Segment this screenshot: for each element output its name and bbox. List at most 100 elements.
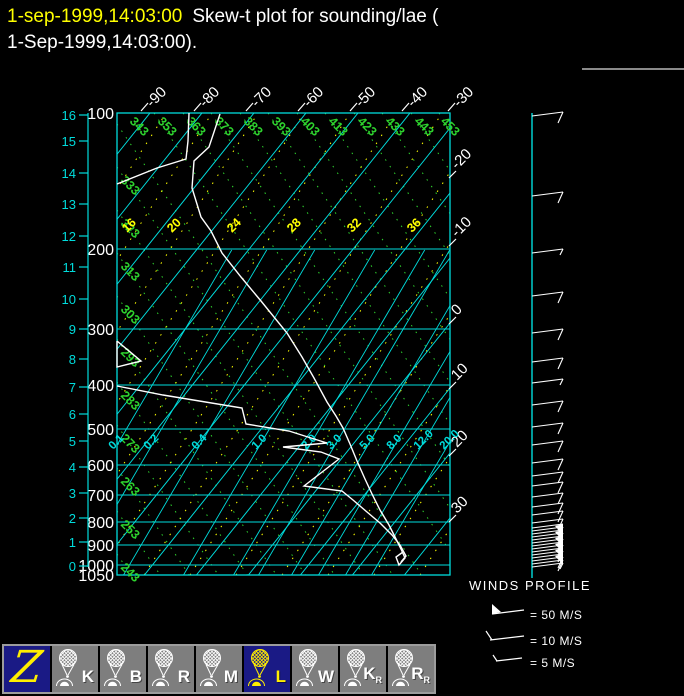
theta-line [117, 252, 335, 575]
yellow-line-label: 32 [344, 215, 364, 235]
theta-line [467, 113, 684, 575]
wind-barb [531, 458, 564, 464]
theta-label: 433 [383, 114, 408, 139]
mixing-ratio-label: 0.2 [142, 432, 162, 452]
yellow-dashed-line [117, 113, 351, 476]
height-label: 0 [69, 559, 76, 574]
wind-barb [531, 422, 564, 428]
theta-label: 453 [438, 114, 463, 139]
toolbar-button-letter: B [129, 667, 142, 686]
toolbar-button-letter: L [275, 667, 286, 686]
wind-barb [531, 191, 564, 197]
pressure-label: 400 [87, 378, 114, 395]
temp-label: -80 [196, 83, 223, 110]
wind-barb-feather [557, 328, 564, 341]
toolbar-button-letter: KR [363, 664, 382, 685]
mixing-ratio-label: 3.0 [325, 432, 345, 452]
pressure-label: 800 [87, 515, 114, 532]
toolbar-button-k[interactable]: K [52, 646, 98, 692]
theta-label: 423 [355, 114, 380, 139]
theta-labels: 333323313303293283273263253243343 353 363 3… [107, 114, 463, 585]
toolbar-button-m[interactable]: M [196, 646, 242, 692]
wind-barb-feather [557, 191, 564, 204]
wind-barb [531, 471, 564, 477]
height-label: 10 [62, 292, 76, 307]
temp-label: -30 [450, 83, 477, 110]
theta-label: 343 [127, 114, 152, 139]
wind-barb [531, 481, 564, 487]
wind-barb-feather [557, 481, 564, 494]
wind-barb-feather [557, 111, 564, 124]
radiosonde-balloon-icon [152, 649, 173, 687]
plot-border [116, 112, 451, 576]
yellow-dashed-line [117, 113, 167, 190]
theta-label: 243 [118, 560, 143, 585]
isotherm-line [196, 257, 450, 575]
wind-barb-feather [557, 422, 564, 435]
theta-label: 313 [118, 259, 143, 284]
toolbar-button-r[interactable]: R [148, 646, 194, 692]
isotherm-line [117, 113, 307, 351]
pressure-label: 500 [87, 422, 114, 439]
pressure-label: 100 [87, 106, 114, 123]
theta-line [210, 113, 450, 468]
radiosonde-balloon-icon [56, 649, 77, 687]
wind-barb [531, 357, 564, 363]
temp-label: 10 [448, 360, 472, 384]
toolbar-button-letter: R [177, 667, 190, 686]
mixing-ratio-line [345, 396, 450, 575]
theta-line [117, 123, 423, 575]
toolbar-button-letter: W [317, 667, 334, 686]
theta-label: 333 [118, 173, 143, 198]
wind-barb-10-icon [489, 635, 525, 641]
pressure-label: 900 [87, 538, 114, 555]
temperature-trace [191, 113, 406, 567]
height-label: 16 [62, 108, 76, 123]
yellow-dashed-line [373, 456, 450, 575]
toolbar-button-r-r[interactable]: RR [388, 646, 434, 692]
toolbar-button-l[interactable]: L [244, 646, 290, 692]
isotherm-line [117, 113, 411, 481]
yellow-dashed-line [327, 384, 450, 575]
height-label: 12 [62, 229, 76, 244]
pressure-label: 600 [87, 458, 114, 475]
wind-barb [531, 248, 564, 254]
theta-label: 413 [326, 114, 351, 139]
toolbar-button-letter: K [81, 667, 94, 686]
yellow-dashed-line [117, 113, 397, 547]
wind-barb [531, 400, 564, 406]
app-window: 1-sep-1999,14:03:00 Skew-t plot for sound… [0, 0, 684, 696]
yellow-line-label: 28 [284, 215, 304, 235]
isotherm-line [248, 322, 450, 575]
height-label: 6 [69, 407, 76, 422]
toolbar-button-b[interactable]: B [100, 646, 146, 692]
temp-label: -40 [404, 83, 431, 110]
mixing-ratio-line [371, 440, 450, 575]
mixing-ratio-line [123, 249, 316, 575]
height-label: 7 [69, 380, 76, 395]
pressure-label: 700 [87, 488, 114, 505]
yellow-dashed-line [117, 113, 213, 262]
height-label: 13 [62, 197, 76, 212]
height-label: 15 [62, 134, 76, 149]
theta-label: 383 [241, 114, 266, 139]
temp-label: -50 [352, 83, 379, 110]
wind-barb [531, 378, 564, 384]
pressure-label: 1050 [78, 568, 114, 585]
toolbar-button-w[interactable]: W [292, 646, 338, 692]
wind-barb [531, 440, 564, 446]
mixing-ratio-line [291, 304, 450, 575]
toolbar-button-z[interactable]: Z [4, 642, 50, 693]
winds-profile-title: WINDS PROFILE [469, 578, 592, 593]
toolbar-button-k-r[interactable]: KR [340, 646, 386, 692]
yellow-dashed-line [235, 242, 450, 575]
theta-label: 353 [155, 114, 180, 139]
mixing-ratio-line [318, 350, 450, 575]
toolbar-button-subscript: R [423, 675, 431, 685]
height-label: 3 [69, 486, 76, 501]
wind-barb-feather [557, 458, 564, 471]
yellow-line-label: 24 [224, 215, 244, 235]
wind-barb-feather [557, 492, 564, 505]
wind-barb-feather [559, 248, 564, 256]
theta-line [495, 113, 684, 575]
